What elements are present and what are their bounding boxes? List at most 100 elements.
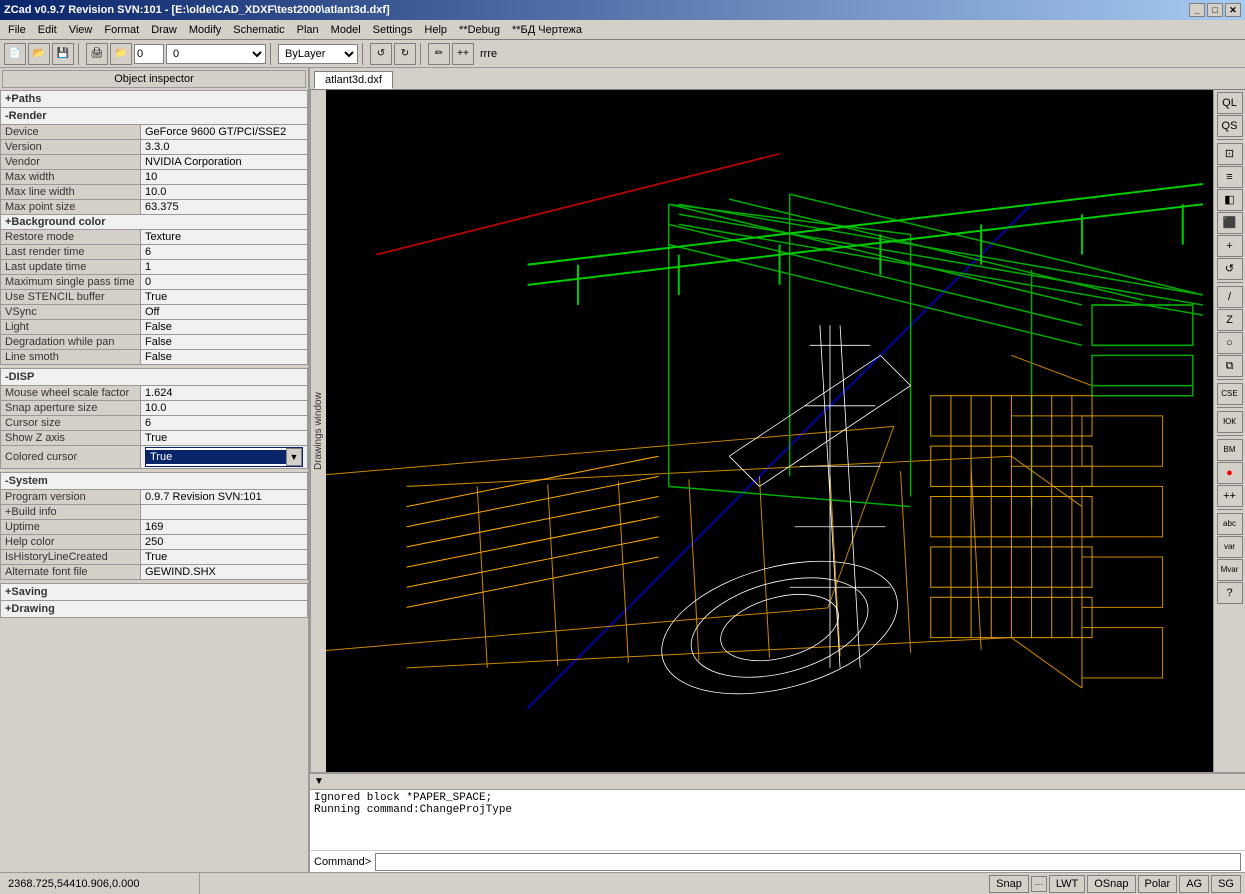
console-input-row: Command> xyxy=(310,850,1245,872)
table-row: Show Z axisTrue xyxy=(1,431,308,446)
right-toolbar-mvar-button[interactable]: Mvar xyxy=(1217,559,1243,581)
menu-item-modify[interactable]: Modify xyxy=(183,22,227,38)
right-toolbar: QLQS ⊡≡◧⬛+↺ /Z○⧉ CSE ЮК ВМ●++ abcvarMvar? xyxy=(1213,90,1245,772)
print-button[interactable]: 🖨 xyxy=(86,43,108,65)
titlebar: ZCad v0.9.7 Revision SVN:101 - [E:\olde\… xyxy=(0,0,1245,20)
section-system[interactable]: -System xyxy=(1,473,308,490)
drawing-canvas[interactable] xyxy=(326,90,1213,772)
right-toolbar-red-dot-button[interactable]: ● xyxy=(1217,462,1243,484)
right-toolbar-z-button[interactable]: Z xyxy=(1217,309,1243,331)
folder-button[interactable]: 📁 xyxy=(110,43,132,65)
menu-item-debug[interactable]: **Debug xyxy=(453,22,506,38)
toolbar-sep-2 xyxy=(270,43,274,65)
main-layout: Object inspector +Paths-RenderDeviceGeFo… xyxy=(0,68,1245,872)
table-row: Degradation while panFalse xyxy=(1,335,308,350)
table-row: IsHistoryLineCreatedTrue xyxy=(1,550,308,565)
right-toolbar-plus-button[interactable]: + xyxy=(1217,235,1243,257)
right-toolbar-var-button[interactable]: var xyxy=(1217,536,1243,558)
console-header: ▼ xyxy=(310,774,1245,790)
table-row: VendorNVIDIA Corporation xyxy=(1,155,308,170)
ag-button[interactable]: AG xyxy=(1179,875,1209,893)
snap-button[interactable]: Snap xyxy=(989,875,1029,893)
menu-item-draw[interactable]: Draw xyxy=(145,22,183,38)
right-toolbar-copy-button[interactable]: ⧉ xyxy=(1217,355,1243,377)
table-row: Max point size63.375 xyxy=(1,200,308,215)
minimize-button[interactable]: _ xyxy=(1189,3,1205,17)
right-toolbar-help-button[interactable]: ? xyxy=(1217,582,1243,604)
right-toolbar-cse-button[interactable]: CSE xyxy=(1217,383,1243,405)
table-row: Alternate font fileGEWIND.SHX xyxy=(1,565,308,580)
table-row: Help color250 xyxy=(1,535,308,550)
menu-item-schematic[interactable]: Schematic xyxy=(227,22,290,38)
sg-button[interactable]: SG xyxy=(1211,875,1241,893)
right-toolbar-QL-button[interactable]: QL xyxy=(1217,92,1243,114)
console-line-1: Ignored block *PAPER_SPACE; xyxy=(314,792,1241,804)
tab-atlant3d[interactable]: atlant3d.dxf xyxy=(314,71,393,89)
section-render[interactable]: -Render xyxy=(1,108,308,125)
right-area: atlant3d.dxf Drawings window xyxy=(310,68,1245,872)
menu-item-[interactable]: **БД Чертежа xyxy=(506,22,588,38)
right-toolbar-line-button[interactable]: / xyxy=(1217,286,1243,308)
pencil-button[interactable]: ✏ xyxy=(428,43,450,65)
layer-select[interactable]: 0 xyxy=(166,44,266,64)
menu-item-edit[interactable]: Edit xyxy=(32,22,63,38)
polar-button[interactable]: Polar xyxy=(1138,875,1178,893)
menu-item-help[interactable]: Help xyxy=(418,22,453,38)
table-row: VSyncOff xyxy=(1,305,308,320)
right-toolbar-rotate-button[interactable]: ↺ xyxy=(1217,258,1243,280)
menu-item-model[interactable]: Model xyxy=(325,22,367,38)
save-button[interactable]: 💾 xyxy=(52,43,74,65)
right-toolbar-color-button[interactable]: ⬛ xyxy=(1217,212,1243,234)
section-disp[interactable]: -DISP xyxy=(1,369,308,386)
undo-button[interactable]: ↺ xyxy=(370,43,392,65)
new-button[interactable]: 📄 xyxy=(4,43,26,65)
menu-item-format[interactable]: Format xyxy=(98,22,145,38)
right-toolbar-layer-button[interactable]: ◧ xyxy=(1217,189,1243,211)
property-table: +Paths-RenderDeviceGeForce 9600 GT/PCI/S… xyxy=(0,90,308,618)
right-toolbar-abc-button[interactable]: abc xyxy=(1217,513,1243,535)
menu-item-settings[interactable]: Settings xyxy=(367,22,419,38)
open-button[interactable]: 📂 xyxy=(28,43,50,65)
snap-indicator: ··· xyxy=(1031,876,1047,892)
tab-bar: atlant3d.dxf xyxy=(310,68,1245,90)
table-row[interactable]: Colored cursorTrue▼ xyxy=(1,446,308,469)
toolbar-sep-3 xyxy=(362,43,366,65)
table-row: Maximum single pass time0 xyxy=(1,275,308,290)
right-toolbar-separator xyxy=(1217,139,1243,141)
toolbar-sep-1 xyxy=(78,43,82,65)
section-paths[interactable]: +Paths xyxy=(1,91,308,108)
right-toolbar-bm-button[interactable]: ВМ xyxy=(1217,439,1243,461)
right-toolbar-props-button[interactable]: ≡ xyxy=(1217,166,1243,188)
plus-button[interactable]: ++ xyxy=(452,43,474,65)
table-row: Cursor size6 xyxy=(1,416,308,431)
layer-number-input[interactable] xyxy=(134,44,164,64)
toolbar: 📄 📂 💾 🖨 📁 0 ByLayer ↺ ↻ ✏ ++ rrre xyxy=(0,40,1245,68)
redo-button[interactable]: ↻ xyxy=(394,43,416,65)
osnap-button[interactable]: OSnap xyxy=(1087,875,1135,893)
console-collapse-icon[interactable]: ▼ xyxy=(314,776,324,787)
right-toolbar-QS-button[interactable]: QS xyxy=(1217,115,1243,137)
maximize-button[interactable]: □ xyxy=(1207,3,1223,17)
section-background-color[interactable]: +Background color xyxy=(1,215,308,230)
section-drawing[interactable]: +Drawing xyxy=(1,601,308,618)
console-prompt: Command> xyxy=(314,856,371,868)
right-toolbar-circle-button[interactable]: ○ xyxy=(1217,332,1243,354)
linetype-select[interactable]: ByLayer xyxy=(278,44,358,64)
menu-item-file[interactable]: File xyxy=(2,22,32,38)
table-row: Snap aperture size10.0 xyxy=(1,401,308,416)
right-toolbar-iok-button[interactable]: ЮК xyxy=(1217,411,1243,433)
table-row: DeviceGeForce 9600 GT/PCI/SSE2 xyxy=(1,125,308,140)
menu-item-plan[interactable]: Plan xyxy=(291,22,325,38)
right-toolbar-plus2-button[interactable]: ++ xyxy=(1217,485,1243,507)
menu-item-view[interactable]: View xyxy=(63,22,99,38)
lwt-button[interactable]: LWT xyxy=(1049,875,1085,893)
console-input[interactable] xyxy=(375,853,1241,871)
menubar: FileEditViewFormatDrawModifySchematicPla… xyxy=(0,20,1245,40)
property-table-container[interactable]: +Paths-RenderDeviceGeForce 9600 GT/PCI/S… xyxy=(0,90,308,872)
section-saving[interactable]: +Saving xyxy=(1,584,308,601)
table-row: LightFalse xyxy=(1,320,308,335)
table-row: Uptime169 xyxy=(1,520,308,535)
right-toolbar-snap-button[interactable]: ⊡ xyxy=(1217,143,1243,165)
titlebar-title: ZCad v0.9.7 Revision SVN:101 - [E:\olde\… xyxy=(4,4,390,16)
close-button[interactable]: ✕ xyxy=(1225,3,1241,17)
